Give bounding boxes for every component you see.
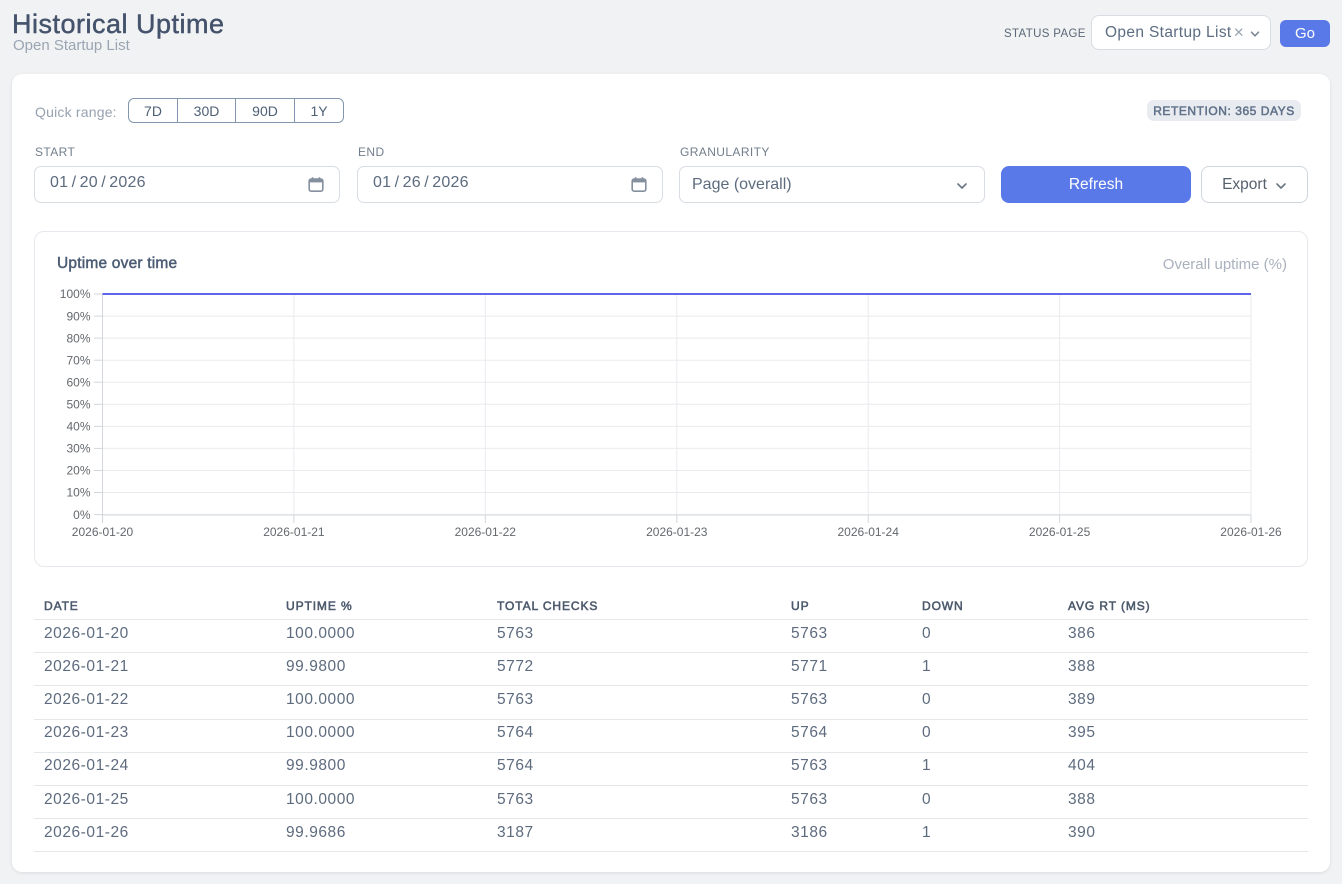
svg-text:40%: 40% (66, 420, 90, 434)
svg-text:50%: 50% (66, 398, 90, 412)
svg-text:90%: 90% (66, 309, 90, 323)
svg-text:60%: 60% (66, 375, 90, 389)
svg-text:70%: 70% (66, 353, 90, 367)
svg-text:2026-01-20: 2026-01-20 (72, 525, 134, 539)
svg-text:2026-01-23: 2026-01-23 (646, 525, 708, 539)
svg-text:30%: 30% (66, 442, 90, 456)
svg-text:80%: 80% (66, 331, 90, 345)
svg-text:20%: 20% (66, 464, 90, 478)
svg-text:2026-01-26: 2026-01-26 (1220, 525, 1282, 539)
svg-text:2026-01-24: 2026-01-24 (838, 525, 900, 539)
svg-text:2026-01-21: 2026-01-21 (263, 525, 325, 539)
svg-text:0%: 0% (73, 508, 91, 522)
svg-text:10%: 10% (66, 486, 90, 500)
svg-text:100%: 100% (60, 287, 91, 301)
svg-text:2026-01-25: 2026-01-25 (1029, 525, 1091, 539)
svg-text:2026-01-22: 2026-01-22 (455, 525, 517, 539)
